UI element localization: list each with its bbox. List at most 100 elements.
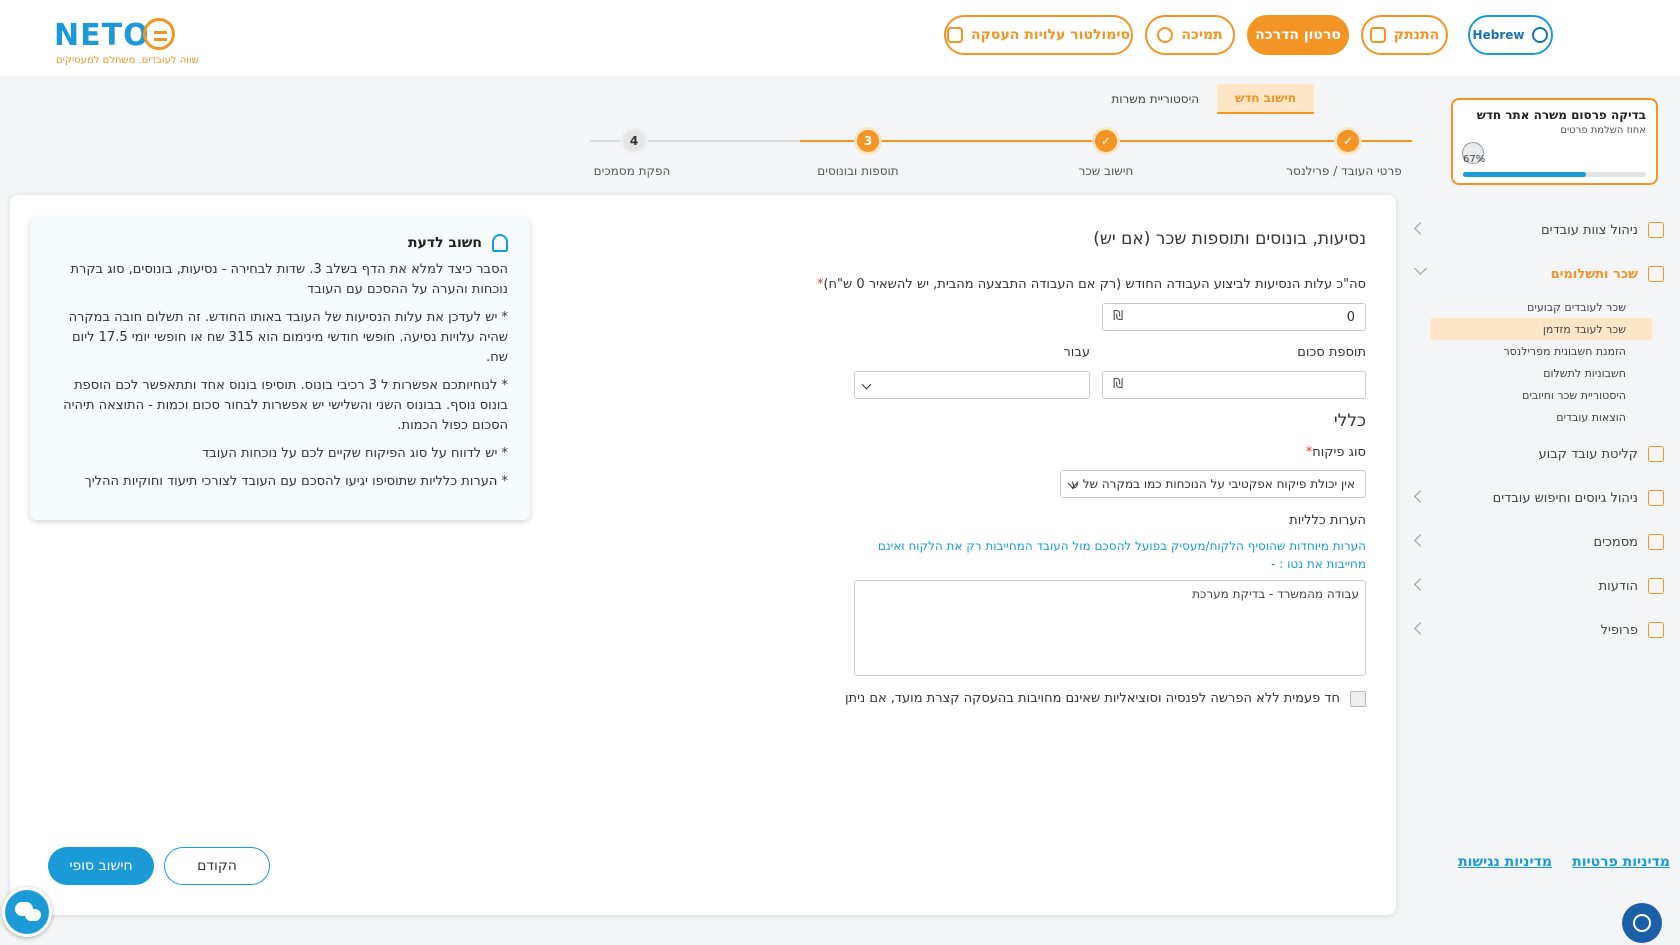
supervision-value: אין יכולת פיקוח אפקטיבי על הנוכחות כמו ב…	[1071, 477, 1355, 491]
logo-text: NETO	[54, 18, 150, 53]
subitem-freelancer-invoice[interactable]: הזמנת חשבונית מפרילנסר	[1410, 340, 1646, 362]
bonus-form: נסיעות, בונוסים ותוספות שכר (אם יש) סה"כ…	[817, 195, 1366, 895]
info-panel: חשוב לדעת הסבר כיצד למלא את הדף בשלב 3. …	[30, 218, 530, 520]
sidebar-item-label: פרופיל	[1600, 622, 1638, 638]
info-paragraph: * הערות כלליות שתוסיפו יגיעו להסכם עם הע…	[84, 474, 508, 489]
sidebar-item-profile[interactable]: פרופיל	[1410, 608, 1672, 652]
language-button[interactable]: Hebrew	[1468, 15, 1553, 55]
calc-tabs: חישוב חדש היסטוריית משרות	[1093, 84, 1314, 114]
step-3-label: תוספות ובונוסים	[817, 164, 899, 178]
supervision-label-text: סוג פיקוח	[1312, 445, 1366, 460]
sidebar-item-label: ניהול צוות עובדים	[1541, 222, 1638, 238]
payroll-icon	[1648, 266, 1664, 282]
general-section-title: כללי	[1333, 411, 1366, 431]
one-time-checkbox-label: חד פעמית ללא הפרשה לפנסיה וסוציאליות שאי…	[845, 691, 1340, 706]
info-panel-title: חשוב לדעת	[407, 235, 482, 251]
sidebar: בדיקה פרסום משרה אתר חדש אחוז השלמת פרטי…	[1408, 76, 1680, 945]
progress-card[interactable]: בדיקה פרסום משרה אתר חדש אחוז השלמת פרטי…	[1451, 98, 1658, 185]
chevron-down-icon	[861, 379, 872, 390]
simulator-button[interactable]: סימולטור עלויות העסקה	[944, 15, 1133, 55]
info-paragraph: הסבר כיצד למלא את הדף בשלב 3. שדות לבחיר…	[70, 262, 508, 297]
sidebar-item-messages[interactable]: הודעות	[1410, 564, 1672, 608]
documents-icon	[1648, 534, 1664, 550]
step-4-dot: 4	[620, 127, 648, 155]
step-2-dot: ✓	[1092, 127, 1120, 155]
support-button[interactable]: תמיכה	[1145, 15, 1235, 55]
sidebar-item-label: ניהול גיוסים וחיפוש עובדים	[1492, 490, 1638, 506]
currency-symbol: ₪	[1113, 309, 1124, 324]
privacy-policy-link[interactable]: מדיניות פרטיות	[1572, 854, 1670, 870]
tutorial-button[interactable]: סרטון הדרכה	[1247, 15, 1349, 55]
sidebar-nav: ניהול צוות עובדים שכר ותשלומים שכר לעובד…	[1410, 208, 1672, 652]
chevron-left-icon	[1414, 534, 1427, 547]
accessibility-policy-link[interactable]: מדיניות נגישות	[1458, 854, 1552, 870]
message-icon	[1648, 578, 1664, 594]
support-label: תמיכה	[1181, 27, 1223, 43]
final-calc-button[interactable]: חישוב סופי	[48, 847, 154, 885]
supervision-label: סוג פיקוח*	[1306, 445, 1366, 460]
one-time-checkbox[interactable]	[1350, 691, 1366, 707]
subitem-expenses[interactable]: הוצאות עובדים	[1410, 406, 1646, 428]
notes-textarea[interactable]: עבודה מהמשרד - בדיקת מערכת	[854, 580, 1366, 676]
step-3-dot: 3	[854, 127, 882, 155]
travel-label: סה"כ עלות הנסיעות לביצוע העבודה החודש (ר…	[817, 277, 1366, 292]
notes-hint: הערות מיוחדות שהוסיף הלקוח/מעסיק בפועל ל…	[877, 539, 1366, 571]
sidebar-item-label: מסמכים	[1593, 534, 1638, 550]
currency-symbol: ₪	[1113, 377, 1124, 392]
database-icon	[947, 27, 963, 43]
logout-button[interactable]: התנתק	[1361, 15, 1448, 55]
subitem-casual-salary[interactable]: שכר לעובד מזדמן	[1430, 318, 1652, 340]
chevron-left-icon	[1414, 490, 1427, 503]
document-icon	[1648, 222, 1664, 238]
logout-icon	[1369, 27, 1386, 43]
subitem-permanent-salary[interactable]: שכר לעובדים קבועים	[1410, 296, 1646, 318]
tab-new-calc[interactable]: חישוב חדש	[1217, 84, 1314, 114]
logo-mark-icon	[143, 18, 175, 50]
step-1-label: פרטי העובד / פרילנסר	[1286, 164, 1402, 178]
main-card: נסיעות, בונוסים ותוספות שכר (אם יש) סה"כ…	[10, 195, 1396, 915]
language-label: Hebrew	[1472, 28, 1525, 42]
subitem-salary-history[interactable]: היסטוריית שכר וחיובים	[1410, 384, 1646, 406]
simulator-label: סימולטור עלויות העסקה	[971, 27, 1131, 43]
chat-icon[interactable]	[2, 887, 52, 937]
progress-bar	[1463, 172, 1646, 177]
previous-button[interactable]: הקודם	[164, 847, 270, 885]
payroll-subnav: שכר לעובדים קבועים שכר לעובד מזדמן הזמנת…	[1410, 296, 1672, 428]
travel-value: 0	[1346, 309, 1355, 325]
grid-icon	[1648, 490, 1664, 506]
bonus-amount-input[interactable]: ₪	[1102, 371, 1366, 399]
briefcase-icon	[1648, 446, 1664, 462]
chevron-down-icon	[1414, 262, 1427, 275]
progress-bar-fill	[1463, 172, 1586, 177]
tab-history[interactable]: היסטוריית משרות	[1093, 84, 1217, 114]
profile-icon	[1648, 622, 1664, 638]
travel-input[interactable]: 0 ₪	[1102, 303, 1366, 331]
chevron-left-icon	[1414, 578, 1427, 591]
sidebar-item-documents[interactable]: מסמכים	[1410, 520, 1672, 564]
subitem-invoices-to-pay[interactable]: חשבוניות לתשלום	[1410, 362, 1646, 384]
progress-card-subtitle: אחוז השלמת פרטים	[1560, 125, 1646, 136]
bell-icon	[492, 234, 508, 252]
chevron-left-icon	[1414, 622, 1427, 635]
info-paragraph: * לנוחיותכם אפשרות ל 3 רכיבי בונוס. תוסי…	[63, 378, 508, 433]
bonus-for-select[interactable]	[854, 371, 1090, 399]
accessibility-icon[interactable]	[1622, 903, 1662, 943]
supervision-select[interactable]: אין יכולת פיקוח אפקטיבי על הנוכחות כמו ב…	[1060, 470, 1366, 498]
notes-label: הערות כלליות	[1289, 513, 1366, 528]
step-1-dot: ✓	[1334, 127, 1362, 155]
info-paragraph: * יש לדווח על סוג הפיקוח שקיים לכם על נו…	[202, 446, 508, 461]
logo-tagline: שווה לעובדים. משתלם למעסיקים	[56, 55, 199, 66]
logout-label: התנתק	[1393, 27, 1440, 43]
sidebar-item-payroll[interactable]: שכר ותשלומים	[1410, 252, 1672, 296]
info-panel-header: חשוב לדעת	[48, 234, 508, 252]
globe-icon	[1532, 27, 1549, 43]
bonus-for-label: עבור	[1063, 345, 1090, 360]
sidebar-item-label: הודעות	[1598, 578, 1638, 594]
travel-label-text: סה"כ עלות הנסיעות לביצוע העבודה החודש (ר…	[823, 277, 1366, 292]
sidebar-item-team[interactable]: ניהול צוות עובדים	[1410, 208, 1672, 252]
sidebar-item-recruitment[interactable]: ניהול גיוסים וחיפוש עובדים	[1410, 476, 1672, 520]
neto-logo[interactable]: NETO שווה לעובדים. משתלם למעסיקים	[54, 18, 199, 66]
step-4-label: הפקת מסמכים	[593, 164, 671, 178]
progress-stepper: ✓ ✓ 3 4 פרטי העובד / פרילנסר חישוב שכר ת…	[590, 126, 1412, 182]
sidebar-item-onboarding[interactable]: קליטת עובד קבוע	[1410, 432, 1672, 476]
